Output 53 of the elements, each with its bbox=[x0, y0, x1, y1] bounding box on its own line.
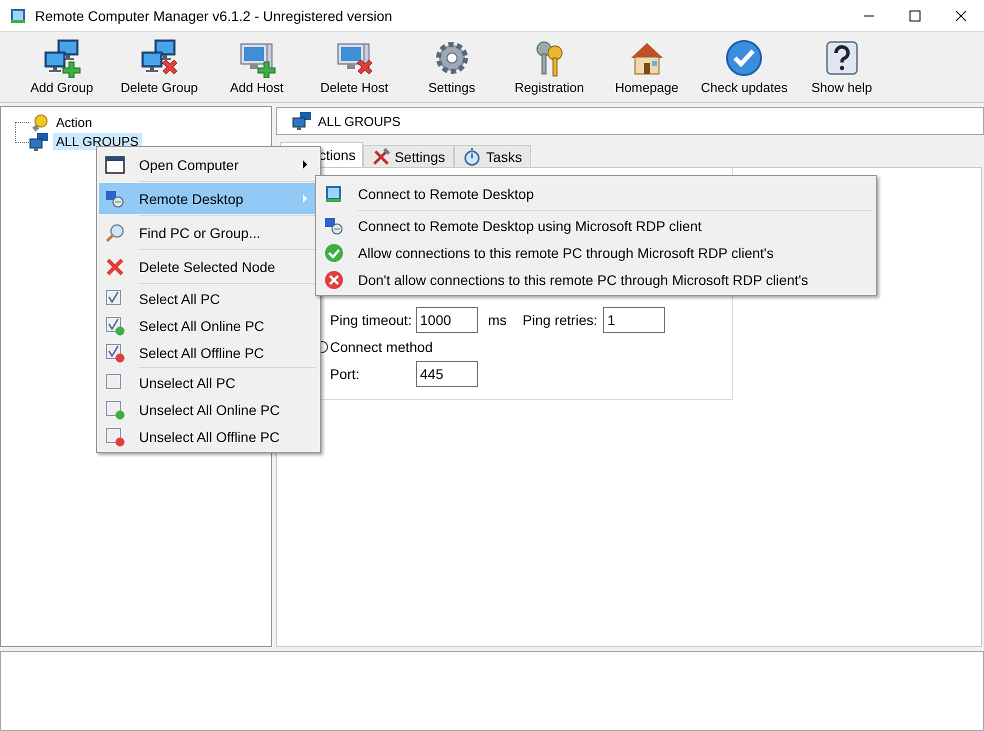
group-title: ALL GROUPS bbox=[318, 114, 401, 128]
tab[interactable]: Settings bbox=[362, 145, 454, 167]
field-label: Port: bbox=[330, 366, 361, 382]
remote-desktop-icon bbox=[324, 216, 344, 236]
window-title: Remote Computer Manager v6.1.2 - Unregistered version bbox=[35, 8, 394, 24]
menu-item[interactable]: Remote Desktop bbox=[99, 183, 318, 214]
menu-item[interactable]: Unselect All Offline PC bbox=[99, 423, 318, 450]
window-icon bbox=[105, 154, 125, 174]
menu-item[interactable]: Don't allow connections to this remote PC through Microsoft RDP client's bbox=[318, 266, 874, 293]
tree-item[interactable]: Action bbox=[53, 114, 96, 131]
toolbar-button[interactable]: Show help bbox=[793, 32, 890, 102]
tools-icon bbox=[372, 148, 390, 166]
remote-desktop-icon bbox=[105, 188, 125, 208]
input-field[interactable]: 445 bbox=[416, 361, 478, 387]
menu-item[interactable]: Select All Offline PC bbox=[99, 339, 318, 366]
menu-item[interactable]: Unselect All PC bbox=[99, 369, 318, 396]
app-icon bbox=[10, 8, 26, 24]
search-icon bbox=[105, 222, 125, 242]
menu-item[interactable]: Select All Online PC bbox=[99, 312, 318, 339]
menu-item[interactable]: Unselect All Online PC bbox=[99, 396, 318, 423]
toolbar-button[interactable]: Delete Host bbox=[306, 32, 403, 102]
field-label: Ping timeout: bbox=[330, 312, 413, 328]
checkmark-icon bbox=[324, 242, 344, 262]
menu-item[interactable]: Connect to Remote Desktop using Microsoft RDP client bbox=[318, 212, 874, 239]
menu-item[interactable]: Allow connections to this remote PC through Microsoft RDP client's bbox=[318, 239, 874, 266]
field-label: Ping retries: bbox=[522, 312, 598, 328]
submenu-arrow-icon bbox=[303, 194, 308, 203]
radio-label: Connect method bbox=[330, 339, 433, 355]
lightbulb-icon bbox=[29, 112, 49, 132]
stopwatch-icon bbox=[463, 148, 482, 166]
computers-icon bbox=[29, 132, 49, 152]
add-computer-icon bbox=[42, 38, 82, 78]
checkmark-icon bbox=[724, 38, 764, 78]
unit-label: ms bbox=[488, 312, 507, 328]
toolbar-button[interactable]: Homepage bbox=[598, 32, 696, 102]
toolbar-button[interactable]: Registration bbox=[500, 32, 598, 102]
toolbar-button[interactable]: Settings bbox=[403, 32, 500, 102]
tab[interactable]: Tasks bbox=[454, 145, 531, 167]
menu-item[interactable]: Select All PC bbox=[99, 285, 318, 312]
toolbar-button[interactable]: Add Group bbox=[13, 32, 110, 102]
toolbar-button[interactable]: Check updates bbox=[696, 32, 793, 102]
toolbar-button[interactable]: Add Host bbox=[208, 32, 306, 102]
delete-icon bbox=[105, 256, 125, 276]
submenu-arrow-icon bbox=[303, 160, 308, 169]
toolbar-button[interactable]: Delete Group bbox=[110, 32, 208, 102]
computers-icon bbox=[292, 111, 312, 131]
input-field[interactable]: 1 bbox=[603, 307, 666, 333]
menu-item[interactable]: Connect to Remote Desktop bbox=[318, 178, 874, 209]
input-field[interactable]: 1000 bbox=[416, 307, 478, 333]
menu-item[interactable]: Find PC or Group... bbox=[99, 217, 318, 248]
remote-desktop-icon bbox=[324, 184, 344, 204]
deny-icon bbox=[324, 270, 344, 290]
menu-item[interactable]: Delete Selected Node bbox=[99, 251, 318, 282]
